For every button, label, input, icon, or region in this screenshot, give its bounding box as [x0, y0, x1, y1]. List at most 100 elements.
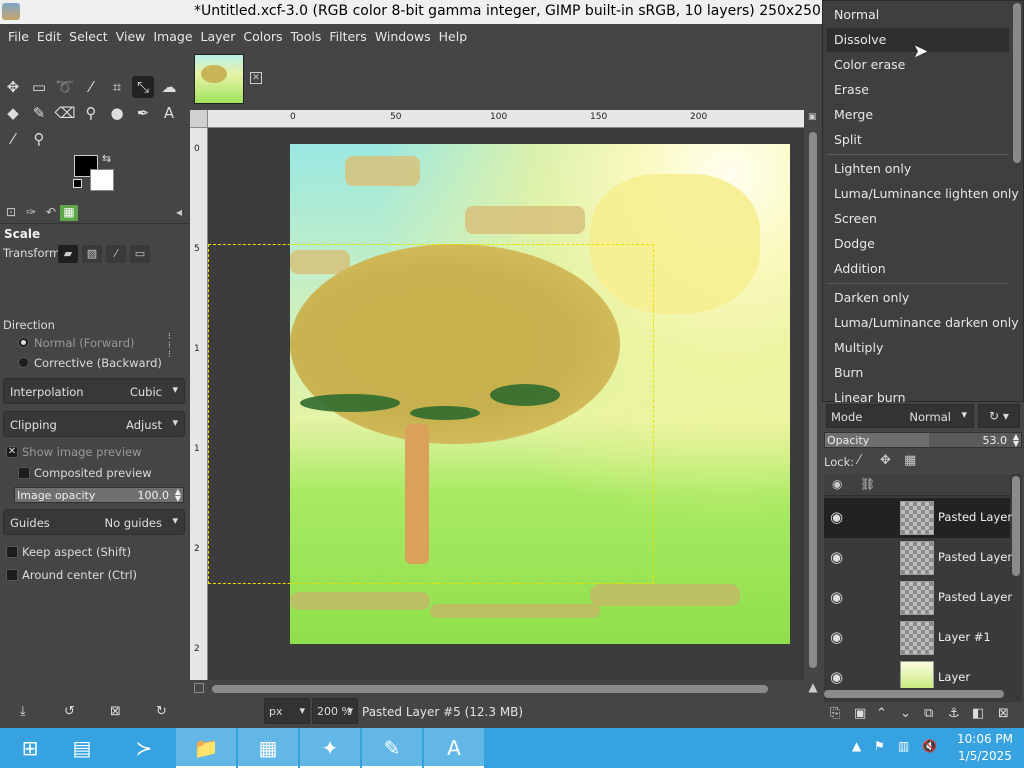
navigate-icon[interactable]: ▲ — [804, 680, 822, 698]
inkscape-taskbar-icon[interactable]: ✦ — [300, 728, 360, 768]
blend-mode-luma-darken-only[interactable]: Luma/Luminance darken only — [827, 311, 1019, 335]
spin-arrows-icon[interactable]: ▲ ▼ — [175, 488, 181, 503]
blend-mode-dodge[interactable]: Dodge — [827, 232, 1009, 256]
add-mask-icon[interactable]: ◧ — [972, 706, 984, 721]
menu-image[interactable]: Image — [149, 29, 196, 44]
swap-colors-icon[interactable]: ⇆ — [102, 152, 111, 165]
file-explorer-icon[interactable]: 📁 — [176, 728, 236, 768]
image-tab-thumbnail[interactable] — [194, 54, 244, 104]
menu-layer[interactable]: Layer — [197, 29, 240, 44]
windows-start-icon[interactable]: ⊞ — [0, 728, 60, 768]
interpolation-combo[interactable]: Interpolation Cubic ▾ — [3, 378, 185, 404]
blend-mode-linear-burn[interactable]: Linear burn — [827, 386, 1009, 402]
vertical-scrollbar[interactable]: ▣ — [804, 110, 822, 680]
switch-mode-group-button[interactable]: ↻ ▾ — [978, 404, 1020, 428]
server-manager-icon[interactable]: ▤ — [52, 728, 112, 768]
transform-selection-button[interactable]: ▨ — [82, 245, 102, 263]
new-layer-icon[interactable]: ⎘ — [830, 706, 840, 721]
menu-file[interactable]: File — [4, 29, 33, 44]
images-tab-icon[interactable]: ▦ — [60, 205, 78, 221]
duplicate-layer-icon[interactable]: ⧉ — [924, 706, 933, 721]
restore-tool-preset-icon[interactable]: ↺ — [64, 704, 75, 719]
blend-mode-addition[interactable]: Addition — [827, 257, 1009, 281]
undo-history-tab-icon[interactable]: ↶ — [42, 205, 60, 221]
blend-mode-normal[interactable]: Normal — [827, 3, 1009, 27]
delete-tool-preset-icon[interactable]: ⊠ — [110, 704, 121, 719]
menu-filters[interactable]: Filters — [325, 29, 370, 44]
smudge-tool-icon[interactable]: ● — [106, 102, 128, 124]
blend-mode-burn[interactable]: Burn — [827, 361, 1009, 385]
gimp-taskbar-icon[interactable]: ▦ — [238, 728, 298, 768]
blend-mode-darken-only[interactable]: Darken only — [827, 286, 1009, 310]
zoom-tool-icon[interactable]: ⚲ — [28, 128, 50, 150]
paths-tool-icon[interactable]: ✒ — [132, 102, 154, 124]
paintbrush-tool-icon[interactable]: ✎ — [28, 102, 50, 124]
layers-horizontal-scrollbar[interactable] — [824, 690, 1004, 698]
layer-row[interactable]: ◉ Layer — [824, 658, 1010, 688]
tray-overflow-icon[interactable]: ▲ — [852, 739, 861, 753]
krita-taskbar-icon[interactable]: ✎ — [362, 728, 422, 768]
blend-mode-multiply[interactable]: Multiply — [827, 336, 1009, 360]
lower-layer-icon[interactable]: ⌄ — [900, 706, 911, 721]
menu-edit[interactable]: Edit — [33, 29, 65, 44]
eye-icon[interactable]: ◉ — [830, 588, 843, 606]
direction-normal-radio[interactable] — [18, 337, 29, 348]
blend-mode-lighten-only[interactable]: Lighten only — [827, 157, 1009, 181]
layer-row[interactable]: ◉ Pasted Layer — [824, 578, 1012, 618]
menu-scrollbar-thumb[interactable] — [1013, 3, 1021, 163]
device-status-tab-icon[interactable]: ✑ — [22, 205, 40, 221]
new-layer-group-icon[interactable]: ▣ — [854, 706, 866, 721]
text-tool-icon[interactable]: A — [158, 102, 180, 124]
artweaver-taskbar-icon[interactable]: A — [424, 728, 484, 768]
volume-icon[interactable]: 🔇 — [922, 739, 937, 753]
blend-mode-erase[interactable]: Erase — [827, 78, 1009, 102]
background-color-swatch[interactable] — [90, 169, 114, 191]
image-opacity-slider[interactable]: Image opacity 100.0 ▲ ▼ — [14, 487, 184, 503]
horizontal-scrollbar-thumb[interactable] — [212, 685, 768, 693]
transform-image-button[interactable]: ▭ — [130, 245, 150, 263]
crop-tool-icon[interactable]: ⌗ — [106, 76, 128, 98]
direction-corrective-radio[interactable] — [18, 357, 29, 368]
rect-select-tool-icon[interactable]: ▭ — [28, 76, 50, 98]
blend-mode-split[interactable]: Split — [827, 128, 1009, 152]
vertical-ruler[interactable]: 0 5 1 1 2 2 — [190, 128, 208, 680]
save-tool-preset-icon[interactable]: ⤓ — [20, 704, 26, 719]
move-tool-icon[interactable]: ✥ — [2, 76, 24, 98]
zoom-follow-icon[interactable]: ▣ — [808, 112, 817, 122]
reset-tool-options-icon[interactable]: ↻ — [156, 704, 167, 719]
guides-combo[interactable]: Guides No guides ▾ — [3, 509, 185, 535]
action-center-icon[interactable]: ⚑ — [874, 739, 885, 753]
ruler-corner[interactable] — [190, 110, 208, 128]
configure-tab-icon[interactable]: ◂ — [170, 205, 188, 221]
horizontal-scrollbar[interactable] — [208, 680, 804, 698]
canvas-view[interactable] — [208, 128, 804, 680]
taskbar-clock[interactable]: 10:06 PM 1/5/2025 — [950, 731, 1020, 765]
menu-windows[interactable]: Windows — [371, 29, 435, 44]
keep-aspect-checkbox[interactable] — [6, 546, 18, 558]
eye-icon[interactable]: ◉ — [830, 628, 843, 646]
color-picker-tool-icon[interactable]: ⁄ — [2, 128, 24, 150]
blend-mode-merge[interactable]: Merge — [827, 103, 1009, 127]
layer-opacity-slider[interactable]: Opacity 53.0 ▲ ▼ — [824, 432, 1022, 448]
menu-view[interactable]: View — [112, 29, 150, 44]
layer-row[interactable]: ◉ Layer #1 — [824, 618, 1010, 658]
bucket-fill-tool-icon[interactable]: ◆ — [2, 102, 24, 124]
layers-vertical-scrollbar[interactable] — [1012, 474, 1020, 702]
layer-row[interactable]: ◉ Pasted Layer — [824, 498, 1012, 538]
eye-icon[interactable]: ◉ — [830, 548, 843, 566]
transform-path-button[interactable]: ⁄ — [106, 245, 126, 263]
layer-row[interactable]: ◉ Pasted Layer — [824, 538, 1012, 578]
menu-tools[interactable]: Tools — [287, 29, 326, 44]
spin-arrows-icon[interactable]: ▲ ▼ — [1013, 433, 1019, 448]
reset-colors-icon[interactable] — [73, 179, 82, 188]
menu-colors[interactable]: Colors — [239, 29, 286, 44]
transform-layer-button[interactable]: ▰ — [58, 245, 78, 263]
layers-scrollbar-thumb[interactable] — [1012, 476, 1020, 576]
lock-pixels-icon[interactable]: ⁄ — [858, 453, 860, 468]
scale-tool-icon[interactable]: ⤡ — [132, 76, 154, 98]
clone-tool-icon[interactable]: ⚲ — [80, 102, 102, 124]
show-preview-checkbox[interactable]: ✕ — [6, 446, 18, 458]
powershell-icon[interactable]: ≻ — [114, 728, 174, 768]
raise-layer-icon[interactable]: ⌃ — [876, 706, 887, 721]
eye-icon[interactable]: ◉ — [830, 668, 843, 686]
